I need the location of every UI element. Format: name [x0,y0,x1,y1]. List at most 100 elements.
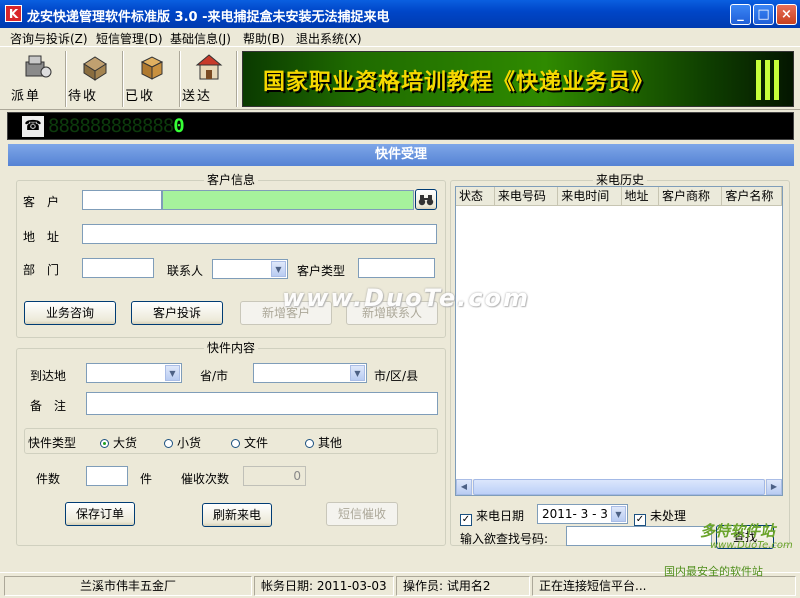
chevron-down-icon[interactable]: ▼ [611,506,626,522]
corner-watermark: 多特软件站 www.DuoTe.com [700,520,793,564]
complaint-button[interactable]: 客户投诉 [131,301,223,325]
type-large-label: 大货 [113,436,138,450]
minimize-button[interactable]: _ [730,4,751,25]
received-icon [140,56,163,80]
menu-consult-complaint[interactable]: 咨询与投诉(Z) [10,30,88,47]
search-number-label: 输入欲查找号码: [460,532,549,546]
table-header-row: 状态 来电号码 来电时间 地址 客户商称 客户名称 [456,187,782,206]
type-small-label: 小货 [177,436,202,450]
customer-info-title: 客户信息 [17,173,445,187]
dim-digits: 888888888888 [48,115,174,137]
unprocessed-checkbox[interactable]: ✓ 未处理 [634,507,686,526]
department-label: 部 门 [23,263,60,277]
col-caller-number[interactable]: 来电号码 [494,187,559,206]
contact-label: 联系人 [167,264,204,278]
address-label: 地 址 [23,230,60,244]
toolbar: 派单 待收 已收 送达 国家职业资格培训教程《快递业务员》 [0,46,800,110]
type-radio-document[interactable]: 文件 [231,434,268,451]
customer-type-input[interactable] [358,258,435,278]
department-input[interactable] [82,258,154,278]
caller-id-display: ☎ 8888888888880 [7,112,794,140]
radio-dot[interactable] [164,439,173,448]
customer-code-input[interactable] [82,190,162,210]
call-date-picker[interactable]: 2011- 3 - 3 ▼ [537,504,628,524]
province-select[interactable]: ▼ [253,363,367,383]
unprocessed-label: 未处理 [650,509,687,523]
refresh-calls-button[interactable]: 刷新来电 [202,503,272,527]
chevron-down-icon[interactable]: ▼ [350,365,365,381]
customer-search-button[interactable] [415,189,437,210]
call-history-list[interactable]: 状态 来电号码 来电时间 地址 客户商称 客户名称 ◀ ▶ [455,186,783,496]
count-input[interactable] [86,466,128,486]
close-button[interactable]: × [776,4,797,25]
toolbar-separator [122,51,124,107]
destination-label: 到达地 [30,369,67,383]
scroll-thumb[interactable] [473,479,765,495]
chevron-down-icon[interactable]: ▼ [165,365,180,381]
chevron-down-icon[interactable]: ▼ [271,261,286,277]
scroll-right-icon[interactable]: ▶ [766,479,782,495]
status-operator: 操作员: 试用名2 [396,576,530,596]
address-input[interactable] [82,224,437,244]
maximize-button[interactable]: □ [753,4,774,25]
pending-receive-button[interactable]: 待收 [68,50,121,108]
checkmark-icon[interactable]: ✓ [634,514,646,526]
col-customer-shortname[interactable]: 客户商称 [658,187,723,206]
radio-dot[interactable] [231,439,240,448]
destination-select[interactable]: ▼ [86,363,182,383]
horizontal-scrollbar[interactable]: ◀ ▶ [456,479,782,495]
save-order-button[interactable]: 保存订单 [65,502,135,526]
type-radio-small[interactable]: 小货 [164,434,201,451]
radio-dot[interactable] [100,439,109,448]
consult-button[interactable]: 业务咨询 [24,301,116,325]
watermark: www.DuoTe.com [282,284,530,312]
remarks-label: 备 注 [30,399,67,413]
remarks-input[interactable] [86,392,438,415]
toolbar-separator [179,51,181,107]
panel-title: 快件受理 [8,144,794,166]
col-status[interactable]: 状态 [456,187,495,206]
call-history-table: 状态 来电号码 来电时间 地址 客户商称 客户名称 [456,187,782,206]
count-unit: 件 [140,472,153,486]
menu-basic-info[interactable]: 基础信息(J) [170,30,231,47]
caller-number-digits: 8888888888880 [48,115,185,137]
type-radio-other[interactable]: 其他 [305,434,342,451]
ad-banner[interactable]: 国家职业资格培训教程《快递业务员》 [242,51,794,107]
col-address[interactable]: 地址 [621,187,659,206]
menu-exit[interactable]: 退出系统(X) [296,30,362,47]
corner-watermark-url: www.DuoTe.com [710,540,793,551]
scroll-left-icon[interactable]: ◀ [456,479,472,495]
customer-name-input[interactable] [162,190,414,210]
customer-label: 客 户 [23,195,60,209]
received-button[interactable]: 已收 [125,50,178,108]
sms-reminder-button[interactable]: 短信催收 [326,502,398,526]
call-date-checkbox[interactable]: ✓ 来电日期 [460,507,524,526]
toolbar-separator [236,51,238,107]
phone-icon: ☎ [22,116,44,137]
col-customer-name[interactable]: 客户名称 [721,187,782,206]
type-other-label: 其他 [318,436,343,450]
checkmark-icon[interactable]: ✓ [460,514,472,526]
call-history-title: 来电历史 [451,173,789,187]
binoculars-icon [418,195,434,206]
col-call-time[interactable]: 来电时间 [557,187,622,206]
type-document-label: 文件 [244,436,269,450]
province-label: 省/市 [200,369,229,383]
contact-select[interactable]: ▼ [212,259,288,279]
menu-help[interactable]: 帮助(B) [243,30,285,47]
radio-dot[interactable] [305,439,314,448]
menu-sms[interactable]: 短信管理(D) [96,30,163,47]
remind-count-input: 0 [243,466,306,486]
title-bar[interactable]: K 龙安快递管理软件标准版 3.0 -来电捕捉盒未安装无法捕捉来电 _ □ × [0,0,800,28]
delivered-button[interactable]: 送达 [182,50,235,108]
type-radio-large[interactable]: 大货 [100,434,137,451]
dispatch-button[interactable]: 派单 [11,50,64,108]
corner-watermark-title: 多特软件站 [700,522,776,540]
app-icon: K [5,5,22,22]
search-number-input[interactable] [566,526,712,546]
pending-receive-label: 待收 [68,89,99,104]
call-date-label: 来电日期 [476,509,525,523]
lit-digit: 0 [173,115,184,137]
status-account-date: 帐务日期: 2011-03-03 [254,576,394,596]
remind-count-label: 催收次数 [181,472,230,486]
